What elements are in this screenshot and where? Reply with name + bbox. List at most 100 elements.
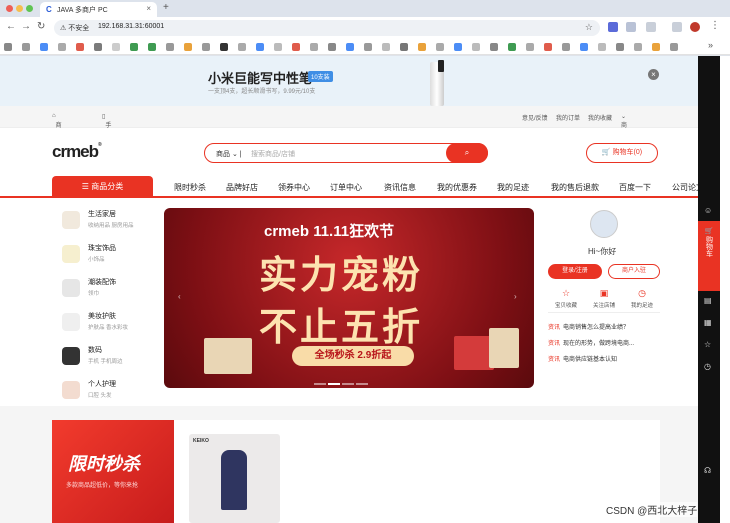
bookmark-icon[interactable] bbox=[184, 43, 192, 51]
nav-item-news[interactable]: 资讯信息 bbox=[384, 182, 416, 193]
bookmark-icon[interactable] bbox=[148, 43, 156, 51]
login-button[interactable]: 登录/注册 bbox=[548, 264, 602, 279]
category-item[interactable]: 数码 手机 手机周边 bbox=[62, 342, 162, 376]
history-icon[interactable]: ◷ bbox=[704, 362, 711, 371]
sidebar-cart-button[interactable]: 🛒 购物车 bbox=[698, 221, 720, 291]
my-orders-link[interactable]: 我的订单 bbox=[556, 113, 580, 122]
bookmark-icon[interactable] bbox=[670, 43, 678, 51]
bookmark-icon[interactable] bbox=[580, 43, 588, 51]
bookmark-icon[interactable] bbox=[166, 43, 174, 51]
search-button[interactable]: ⌕ bbox=[446, 143, 488, 163]
feedback-link[interactable]: 意见/反馈 bbox=[522, 113, 548, 122]
bookmark-icon[interactable] bbox=[256, 43, 264, 51]
nav-item-baidu[interactable]: 百度一下 bbox=[619, 182, 651, 193]
news-item[interactable]: 资讯 现在的形势，做跨境电商... bbox=[548, 338, 634, 347]
reload-icon[interactable]: ↻ bbox=[37, 21, 45, 32]
merchant-join-button[interactable]: 商户入驻 bbox=[608, 264, 660, 279]
new-tab-icon[interactable]: + bbox=[163, 2, 169, 13]
category-item[interactable]: 潮装配饰 领巾 bbox=[62, 274, 162, 308]
quick-followed-stores[interactable]: ▣ 关注店铺 bbox=[586, 288, 622, 309]
nav-item-flash-sale[interactable]: 限时秒杀 bbox=[174, 182, 206, 193]
bookmark-icon[interactable] bbox=[472, 43, 480, 51]
profile-avatar-icon[interactable] bbox=[690, 22, 700, 32]
nav-item-my-footprints[interactable]: 我的足迹 bbox=[497, 182, 529, 193]
bookmark-icon[interactable] bbox=[310, 43, 318, 51]
bookmark-star-icon[interactable]: ☆ bbox=[585, 22, 593, 33]
headset-icon[interactable]: ☊ bbox=[704, 466, 711, 475]
back-icon[interactable]: ← bbox=[6, 21, 16, 32]
bookmark-icon[interactable] bbox=[238, 43, 246, 51]
bookmark-icon[interactable] bbox=[598, 43, 606, 51]
avatar[interactable] bbox=[590, 210, 618, 238]
bookmark-icon[interactable] bbox=[130, 43, 138, 51]
merchant-join-link[interactable]: 商户入驻 ⌄ bbox=[621, 113, 627, 156]
flash-sale-product[interactable]: KEIKO bbox=[189, 434, 280, 523]
bookmark-icon[interactable] bbox=[526, 43, 534, 51]
bookmark-icon[interactable] bbox=[202, 43, 210, 51]
hero-carousel[interactable]: crmeb 11.11狂欢节 实力宠粉 不止五折 全场秒杀 2.9折起 ‹ › bbox=[164, 208, 534, 388]
browser-tab[interactable]: C JAVA 多商户 PC × bbox=[40, 2, 157, 17]
quick-footprints[interactable]: ◷ 我的足迹 bbox=[624, 288, 660, 309]
nav-item-brand-stores[interactable]: 品牌好店 bbox=[226, 182, 258, 193]
category-item[interactable]: 美妆护肤 护肤品 香水彩妆 bbox=[62, 308, 162, 342]
nav-item-coupon-center[interactable]: 领券中心 bbox=[278, 182, 310, 193]
address-bar[interactable]: ⚠ 不安全 192.168.31.31:60001 ☆ bbox=[54, 20, 600, 36]
insecure-label[interactable]: ⚠ 不安全 bbox=[60, 23, 89, 33]
category-item[interactable]: 珠宝饰品 小饰品 bbox=[62, 240, 162, 274]
carousel-prev-icon[interactable]: ‹ bbox=[178, 292, 181, 301]
forward-icon[interactable]: → bbox=[21, 21, 31, 32]
carousel-next-icon[interactable]: › bbox=[514, 292, 517, 301]
bookmark-icon[interactable] bbox=[382, 43, 390, 51]
bookmark-icon[interactable] bbox=[454, 43, 462, 51]
more-bookmarks-icon[interactable]: » bbox=[708, 40, 713, 50]
crmeb-logo[interactable]: crmeb® bbox=[52, 142, 102, 162]
nav-item-my-coupons[interactable]: 我的优惠券 bbox=[437, 182, 477, 193]
news-item[interactable]: 资讯 电商供应链基本认知 bbox=[548, 354, 617, 363]
orders-icon[interactable]: ▤ bbox=[704, 296, 712, 305]
flash-sale-banner[interactable]: 限时秒杀 多款商品超低价，等你来抢 bbox=[52, 420, 174, 523]
bookmark-icon[interactable] bbox=[634, 43, 642, 51]
bookmark-icon[interactable] bbox=[328, 43, 336, 51]
cart-button[interactable]: 🛒 购物车(0) bbox=[586, 143, 658, 163]
mall-home-link[interactable]: ⌂ 商城首页 bbox=[52, 113, 62, 156]
bookmark-icon[interactable] bbox=[400, 43, 408, 51]
bookmark-icon[interactable] bbox=[364, 43, 372, 51]
bookmark-icon[interactable] bbox=[418, 43, 426, 51]
extension-icon[interactable] bbox=[626, 22, 636, 32]
my-favorites-link[interactable]: 我的收藏 bbox=[588, 113, 612, 122]
apps-grid-icon[interactable] bbox=[4, 43, 12, 51]
category-item[interactable]: 个人护理 口腔 头发 bbox=[62, 376, 162, 410]
puzzle-icon[interactable] bbox=[646, 22, 656, 32]
search-input[interactable]: 搜索商品/店铺 bbox=[251, 149, 295, 159]
nav-item-order-center[interactable]: 订单中心 bbox=[330, 182, 362, 193]
close-window-icon[interactable] bbox=[6, 5, 13, 12]
maximize-window-icon[interactable] bbox=[26, 5, 33, 12]
coupon-icon[interactable]: ▦ bbox=[704, 318, 712, 327]
menu-kebab-icon[interactable]: ⋮ bbox=[710, 20, 720, 31]
ad-close-icon[interactable]: × bbox=[648, 69, 659, 80]
bookmark-icon[interactable] bbox=[346, 43, 354, 51]
translate-extension-icon[interactable] bbox=[608, 22, 618, 32]
bookmark-icon[interactable] bbox=[292, 43, 300, 51]
bookmark-icon[interactable] bbox=[490, 43, 498, 51]
bookmark-icon[interactable] bbox=[76, 43, 84, 51]
minimize-window-icon[interactable] bbox=[16, 5, 23, 12]
user-icon[interactable]: ☺ bbox=[704, 206, 712, 215]
bookmark-icon[interactable] bbox=[508, 43, 516, 51]
bookmark-icon[interactable] bbox=[94, 43, 102, 51]
sidepanel-icon[interactable] bbox=[672, 22, 682, 32]
bookmark-icon[interactable] bbox=[58, 43, 66, 51]
bookmark-icon[interactable] bbox=[112, 43, 120, 51]
bookmark-icon[interactable] bbox=[40, 43, 48, 51]
bookmark-icon[interactable] bbox=[220, 43, 228, 51]
quick-favorites[interactable]: ☆ 宝贝收藏 bbox=[548, 288, 584, 309]
close-tab-icon[interactable]: × bbox=[146, 4, 151, 13]
bookmark-icon[interactable] bbox=[616, 43, 624, 51]
carousel-indicators[interactable] bbox=[314, 380, 384, 385]
search-type-select[interactable]: 商品 ⌄ | bbox=[216, 149, 242, 159]
mobile-mall-link[interactable]: ▯ 手机商城 bbox=[102, 113, 111, 156]
bookmark-icon[interactable] bbox=[22, 43, 30, 51]
ad-banner[interactable]: 小米巨能写中性笔 10支装 一支顶4支，超长顺滑书写，9.99元/10支 × bbox=[0, 56, 698, 106]
star-icon[interactable]: ☆ bbox=[704, 340, 711, 349]
bookmark-icon[interactable] bbox=[562, 43, 570, 51]
